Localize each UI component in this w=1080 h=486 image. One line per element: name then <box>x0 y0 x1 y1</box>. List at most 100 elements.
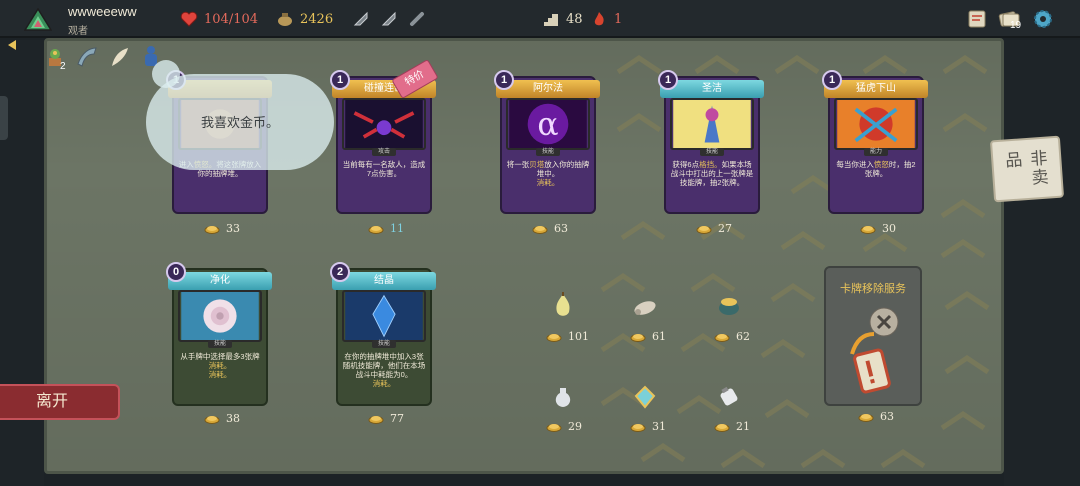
collapse-arrow-icon[interactable] <box>8 40 16 50</box>
shop-card[interactable]: 圣洁 1 技能 获得6点格挡。如果本场战斗中打出的上一张牌是技能牌，抽2张牌。 <box>658 70 764 214</box>
chevron-decoration <box>760 338 806 358</box>
potion-price: 29 <box>546 420 582 433</box>
potion-price: 21 <box>714 420 750 433</box>
pot-relic-icon[interactable] <box>716 292 742 318</box>
chevron-decoration <box>942 112 988 132</box>
chevron-decoration <box>942 54 988 74</box>
potion-slot-icon[interactable] <box>352 10 370 28</box>
card-type-tag: 技能 <box>208 340 232 348</box>
merchant-not-for-sale-sign: 非卖品 <box>989 135 1065 203</box>
floor-display: 48 <box>542 10 583 28</box>
potion-slot-icon[interactable] <box>408 10 426 28</box>
card-name: 圣洁 <box>702 83 722 94</box>
deck-count: 19 <box>1010 20 1022 31</box>
chevron-decoration <box>944 354 990 374</box>
leave-button[interactable]: 离开 <box>0 384 120 420</box>
card-price: 63 <box>532 222 568 235</box>
card-cost: 1 <box>330 70 350 90</box>
floor-value: 48 <box>566 11 583 27</box>
settings-gear-icon[interactable] <box>1032 8 1054 30</box>
card-price: 33 <box>204 222 240 235</box>
feather-relic-icon[interactable] <box>106 44 132 70</box>
gold-coin-icon <box>368 225 384 234</box>
card-type-tag: 攻击 <box>372 148 396 156</box>
pear-relic-icon[interactable] <box>550 292 576 318</box>
potion-slot-icon[interactable] <box>380 10 398 28</box>
card-price: 11 <box>368 222 404 235</box>
chevron-decoration <box>944 290 990 310</box>
chevron-decoration <box>940 198 986 218</box>
gold-display[interactable]: 2426 <box>276 10 333 28</box>
card-description: 当前每有一名敌人，造成7点伤害。 <box>342 160 426 178</box>
removal-price: 63 <box>858 410 894 423</box>
card-art <box>178 290 262 342</box>
hp-value: 104/104 <box>204 11 259 27</box>
player-name: wwweeeww <box>68 4 137 19</box>
logo-icon <box>24 8 52 31</box>
bottle-potion-icon[interactable] <box>716 384 742 410</box>
card-description: 获得6点格挡。如果本场战斗中打出的上一张牌是技能牌，抽2张牌。 <box>670 160 754 187</box>
gold-coin-icon <box>368 415 384 424</box>
card-price: 30 <box>860 222 896 235</box>
card-type-tag: 技能 <box>700 148 724 156</box>
shop-card[interactable]: 结晶 2 技能 在你的抽牌堆中加入3张随机技能牌，他们在本场战斗中耗能为0。 消耗… <box>330 262 436 406</box>
chevron-decoration <box>940 410 986 430</box>
shop-card[interactable]: 碰撞连击 1 攻击 当前每有一名敌人，造成7点伤害。 特价 <box>330 58 439 214</box>
chevron-decoration <box>940 238 986 258</box>
chevron-decoration <box>720 448 766 468</box>
card-art <box>670 98 754 150</box>
chevron-decoration <box>780 230 826 250</box>
card-description: 每当你进入愤怒时，抽2张牌。 <box>836 160 916 178</box>
gold-coin-icon <box>204 225 220 234</box>
gold-coin-icon <box>630 423 646 432</box>
hp-display[interactable]: 104/104 <box>180 10 258 28</box>
speech-text: 我喜欢金币。 <box>200 115 279 130</box>
shop-card[interactable]: 净化 0 技能 从手牌中选择最多3张牌消耗。 消耗。 <box>166 262 272 406</box>
card-removal-service[interactable]: 卡牌移除服务 <box>824 266 922 406</box>
card-art <box>342 290 426 342</box>
flask-potion-icon[interactable] <box>550 384 576 410</box>
card-type-tag: 技能 <box>536 148 560 156</box>
chevron-decoration <box>616 112 662 132</box>
gold-coin-icon <box>546 423 562 432</box>
gold-coin-icon <box>714 333 730 342</box>
card-cost: 1 <box>822 70 842 90</box>
top-bar: wwweeeww 观者 104/104 2426 48 1 19 <box>0 0 1080 38</box>
card-art <box>834 98 918 150</box>
relic-price: 62 <box>714 330 750 343</box>
chevron-decoration <box>640 442 686 462</box>
card-name: 结晶 <box>374 275 394 286</box>
floor-stairs-icon <box>544 14 558 26</box>
gold-bag-icon <box>278 13 292 26</box>
shop-card[interactable]: α 阿尔法 1 技能 将一张贝塔放入你的抽牌堆中。 消耗。 <box>494 70 600 214</box>
card-art <box>342 98 426 150</box>
bone-relic-icon[interactable] <box>632 294 658 320</box>
svg-text:α: α <box>537 107 558 143</box>
card-price: 77 <box>368 412 404 425</box>
horn-relic-icon[interactable] <box>74 44 100 70</box>
card-price: 38 <box>204 412 240 425</box>
gold-coin-icon <box>532 225 548 234</box>
chevron-decoration <box>616 54 662 74</box>
merchant-sign-text: 非卖品 <box>1001 148 1049 188</box>
card-cost: 1 <box>658 70 678 90</box>
chevron-decoration <box>800 448 846 468</box>
potion-price: 31 <box>630 420 666 433</box>
left-panel-handle[interactable] <box>0 96 8 140</box>
card-cost: 1 <box>494 70 514 90</box>
chevron-decoration <box>690 272 736 292</box>
card-art: α <box>506 98 590 150</box>
relic-counter: 2 <box>60 61 66 72</box>
chevron-decoration <box>620 220 666 240</box>
gem-potion-icon[interactable] <box>632 384 658 410</box>
gold-coin-icon <box>546 333 562 342</box>
map-scroll-icon[interactable] <box>966 8 988 30</box>
gold-coin-icon <box>204 415 220 424</box>
card-type-tag: 技能 <box>372 340 396 348</box>
gold-value: 2426 <box>300 11 334 27</box>
card-description: 将一张贝塔放入你的抽牌堆中。 消耗。 <box>506 160 590 187</box>
ascension-value: 1 <box>614 11 623 27</box>
removal-title: 卡牌移除服务 <box>840 283 906 295</box>
shop-card[interactable]: 猛虎下山 1 能力 每当你进入愤怒时，抽2张牌。 <box>822 70 928 214</box>
card-cost: 0 <box>166 262 186 282</box>
